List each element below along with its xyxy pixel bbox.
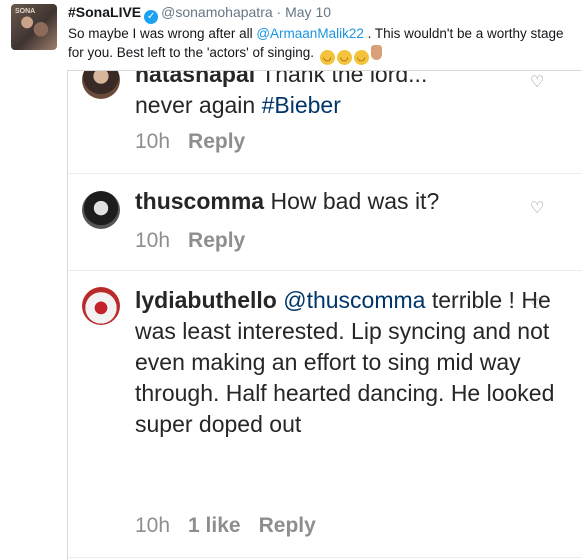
tweet-text-part1: So maybe I was wrong after all [68, 26, 257, 41]
heart-icon: ♡ [530, 296, 545, 313]
comment-meta: 10h Reply [135, 228, 263, 254]
reply-label: Reply [188, 229, 246, 252]
reply-label: Reply [188, 130, 246, 153]
comment-username: natashapai [135, 70, 256, 87]
comment-meta: 10h 1 like Reply [135, 513, 334, 539]
comment-time: 10h [135, 130, 171, 153]
divider [68, 173, 582, 174]
mention-link[interactable]: @ArmaanMalik22 [256, 26, 364, 41]
comment-time: 10h [135, 229, 171, 252]
avatar [82, 71, 120, 99]
hashtag-link: #Bieber [261, 92, 341, 118]
heart-icon: ♡ [530, 74, 545, 91]
instagram-comments-screenshot: natashapai Thank the lord... never again… [67, 70, 582, 560]
heart-icon: ♡ [530, 200, 545, 217]
comment-body: Thank the lord... [261, 70, 428, 87]
laughing-emoji-icon: ◡ [336, 50, 352, 65]
comment-text: thuscomma How bad was it? [135, 186, 555, 217]
comment-text: lydiabuthello @thuscomma terrible ! He w… [135, 285, 555, 440]
comment-body: How bad was it? [270, 188, 440, 214]
comment-meta: 10h Reply [135, 129, 263, 155]
tweet-date[interactable]: May 10 [285, 4, 331, 20]
like-count: 1 like [188, 514, 241, 537]
tweet-author-line: #SonaLIVE ✓ @sonamohapatra · May 10 [68, 3, 331, 24]
laughing-emoji-icon: ◡ [319, 50, 335, 65]
avatar [82, 191, 120, 229]
reply-label: Reply [258, 514, 316, 537]
avatar[interactable]: SONA [11, 4, 57, 50]
comment-time: 10h [135, 514, 171, 537]
handle[interactable]: @sonamohapatra [161, 4, 273, 20]
divider [68, 557, 582, 558]
mention-link: @thuscomma [283, 287, 426, 313]
tweet-header: SONA #SonaLIVE ✓ @sonamohapatra · May 10 S… [0, 0, 582, 70]
pointing-down-hand-icon [370, 45, 382, 60]
comment-body-line2: never again [135, 92, 262, 118]
tweet-text: So maybe I was wrong after all @ArmaanMa… [68, 24, 573, 65]
avatar [82, 287, 120, 325]
laughing-emoji-icon: ◡ [353, 50, 369, 65]
verified-icon: ✓ [144, 10, 159, 24]
avatar-label: SONA [15, 8, 36, 15]
separator: · [276, 4, 282, 20]
comment-username: thuscomma [135, 188, 265, 214]
comment-text: natashapai Thank the lord... never again… [135, 70, 555, 121]
display-name[interactable]: #SonaLIVE [68, 4, 141, 20]
comment-username: lydiabuthello [135, 287, 277, 313]
divider [68, 270, 582, 271]
